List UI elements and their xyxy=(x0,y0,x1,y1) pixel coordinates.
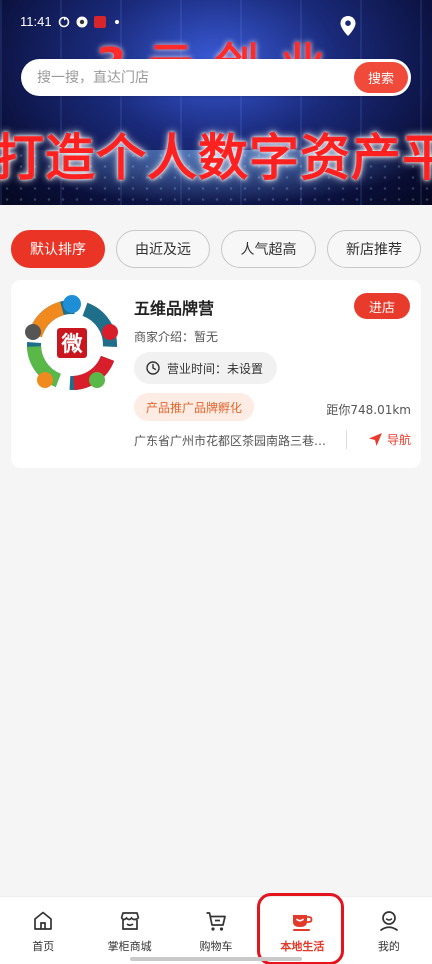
location-pin-icon[interactable] xyxy=(340,16,356,36)
status-time: 11:41 xyxy=(20,14,52,29)
business-hours-text: 营业时间：未设置 xyxy=(167,361,264,376)
store-tag: 产品推广品牌孵化 xyxy=(134,393,255,421)
enter-store-button[interactable]: 进店 xyxy=(354,293,410,319)
bottom-navigation: 首页 掌柜商城 购物车 本地生活 我的 xyxy=(0,896,432,964)
home-indicator xyxy=(130,957,302,961)
store-card[interactable]: 微 五维品牌营 进店 商家介绍：暂无 营业时间：未设置 产品推广品牌孵化 距你7… xyxy=(11,280,421,468)
app-notification-icon xyxy=(93,15,106,28)
filter-popular[interactable]: 人气超高 xyxy=(221,230,316,268)
navigation-arrow-icon xyxy=(368,433,382,446)
hero-banner[interactable]: 3元创业 打造个人数字资产平台 xyxy=(0,0,432,205)
tab-profile-label: 我的 xyxy=(377,940,400,953)
tab-cart-label: 购物车 xyxy=(199,940,233,953)
search-bar: 搜索 xyxy=(21,59,411,96)
filter-nearest[interactable]: 由近及远 xyxy=(116,230,210,268)
store-logo-glyph: 微 xyxy=(61,332,84,356)
tab-home-label: 首页 xyxy=(32,940,55,953)
tab-home[interactable]: 首页 xyxy=(0,897,86,964)
profile-icon xyxy=(379,911,398,931)
search-button[interactable]: 搜索 xyxy=(354,62,408,93)
business-hours: 营业时间：未设置 xyxy=(134,352,278,384)
tab-store-mall[interactable]: 掌柜商城 xyxy=(86,897,172,964)
banner-headline: 打造个人数字资产平台 xyxy=(0,129,432,187)
address-divider xyxy=(346,430,347,449)
store-logo: 微 xyxy=(25,295,118,390)
filter-new-stores[interactable]: 新店推荐 xyxy=(327,230,421,268)
cup-icon xyxy=(293,915,313,931)
store-address: 广东省广州市花都区茶园南路三巷… xyxy=(134,434,327,448)
tab-cart[interactable]: 购物车 xyxy=(173,897,259,964)
clock-icon xyxy=(146,361,160,375)
tab-profile[interactable]: 我的 xyxy=(346,897,432,964)
gallery-icon xyxy=(76,16,88,27)
navigate-label: 导航 xyxy=(386,433,411,447)
sync-icon xyxy=(58,16,69,27)
status-bar: 11:41 xyxy=(20,14,122,29)
store-name: 五维品牌营 xyxy=(134,299,215,318)
tab-local-life-label: 本地生活 xyxy=(280,940,325,953)
store-icon xyxy=(120,912,139,930)
home-icon xyxy=(34,911,53,930)
tab-local-life[interactable]: 本地生活 xyxy=(259,897,345,964)
sort-filter-bar: 默认排序 由近及远 人气超高 新店推荐 xyxy=(0,205,432,280)
more-dot-icon xyxy=(114,19,119,24)
store-intro: 商家介绍：暂无 xyxy=(134,330,219,344)
store-distance: 距你748.01km xyxy=(326,403,411,417)
tab-store-mall-label: 掌柜商城 xyxy=(107,940,152,953)
cart-icon xyxy=(206,912,226,931)
filter-default-sort[interactable]: 默认排序 xyxy=(11,230,105,268)
search-input[interactable] xyxy=(21,59,354,96)
navigate-button[interactable]: 导航 xyxy=(368,431,411,448)
